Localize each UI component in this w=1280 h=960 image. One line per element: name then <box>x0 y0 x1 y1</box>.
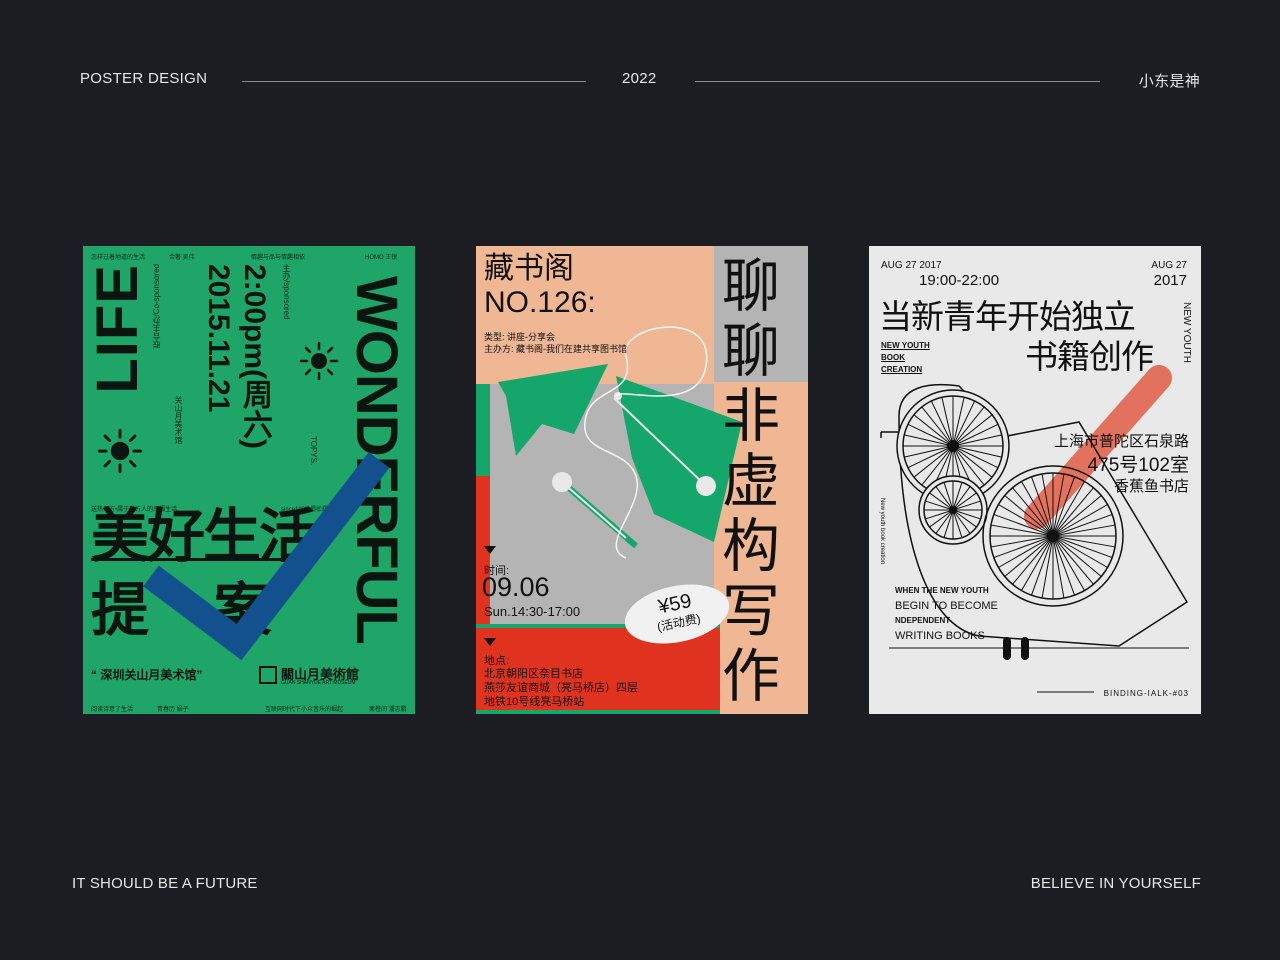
poster3-en-line: WRITING BOOKS <box>895 630 985 642</box>
poster2-date: 09.06 <box>482 572 550 602</box>
header-year: 2022 <box>622 70 657 87</box>
poster1-time: 2:00pm(周六) <box>238 264 271 450</box>
poster1-top-text-1: 怎样过着地道的生活 <box>91 255 146 261</box>
museum-logo-icon <box>259 666 277 684</box>
poster-new-youth: AUG 27 2017 19:00-22:00 AUG 27 2017 当新青年… <box>869 246 1201 714</box>
page-header: POSTER DESIGN 2022 小东是神 <box>80 70 1200 92</box>
poster3-address-3: 香蕉鱼书店 <box>1113 478 1189 495</box>
poster3-address-1: 上海市普陀区石泉路 <box>1053 433 1189 450</box>
poster2-hours: Sun.14:30-17:00 <box>484 604 581 619</box>
poster2-vertical-char: 聊 <box>722 319 781 384</box>
poster1-bottom-text-3: 互联网时代下小众音乐的崛起 <box>265 707 344 713</box>
triangle-down-icon <box>484 638 496 646</box>
footer-right-slogan: BELIEVE IN YOURSELF <box>1030 875 1201 892</box>
poster2-vertical-char: 写 <box>722 579 781 644</box>
poster2-vertical-char: 非 <box>722 384 781 449</box>
wheel-icon <box>918 475 988 545</box>
poster2-place-3: 地铁10号线亮马桥站 <box>484 696 585 708</box>
poster1-venue-quote: “ 深圳关山月美术馆” <box>91 668 203 682</box>
poster-cangshuge: 藏书阁 NO.126: 类型: 讲座-分享会 主办方: 藏书阁-我们在建共享图书… <box>476 246 808 714</box>
poster2-number: NO.126: <box>484 286 596 319</box>
poster3-en-line: BEGIN TO BECOME <box>895 600 998 612</box>
poster2-vertical-char: 虚 <box>722 449 781 514</box>
poster3-address-2: 475号102室 <box>1087 455 1189 476</box>
poster2-vertical-title: 聊 聊 非 虚 构 写 作 <box>722 254 802 709</box>
poster1-top-text-2: 合著 吴伟 <box>169 255 195 261</box>
checkmark-icon <box>143 452 390 661</box>
poster-wonderful-life: 怎样过着地道的生活 合著 吴伟 情趣与品与情趣相依 HOMO 王锐 LIFE 联… <box>83 246 415 714</box>
header-divider-right <box>695 81 1100 82</box>
poster1-top-text-4: HOMO 王锐 <box>365 255 398 261</box>
poster1-venue-short: 关山月美术馆 <box>174 396 183 444</box>
poster1-cohost: 联合主办/Co-sponsored <box>152 264 161 349</box>
poster1-bottom-text-1: 阅读诗意了生活 <box>91 707 134 713</box>
poster2-host: 主办方: 藏书阁-我们在建共享图书馆 <box>484 344 627 354</box>
poster3-footer-code: BINDING-IALK-#03 <box>1103 689 1189 698</box>
poster2-vertical-char: 作 <box>722 644 781 709</box>
poster1-bottom-text-4: 栗橙间 潘志鹏 <box>369 707 407 713</box>
header-divider-left <box>242 81 586 82</box>
poster1-bottom-text-2: 青春历 娟子 <box>157 707 189 713</box>
header-title-left: POSTER DESIGN <box>80 70 208 87</box>
poster2-title: 藏书阁 <box>484 252 574 285</box>
wheel-icon <box>982 465 1124 607</box>
poster3-en-line: NDEPENDENT <box>895 616 951 625</box>
header-author: 小东是神 <box>1138 73 1200 90</box>
poster1-life: LIFE <box>85 264 150 394</box>
poster1-date: 2015.11.21 <box>202 264 235 413</box>
footer-left-slogan: IT SHOULD BE A FUTURE <box>72 875 258 892</box>
poster2-vertical-char: 构 <box>722 514 781 579</box>
poster3-en-line: WHEN THE NEW YOUTH <box>895 586 989 595</box>
sun-icon <box>299 341 339 381</box>
poster2-vertical-char: 聊 <box>722 254 781 319</box>
triangle-down-icon <box>484 546 496 554</box>
poster1-top-text-3: 情趣与品与情趣相依 <box>251 255 306 261</box>
sun-icon <box>97 428 143 474</box>
poster3-side-text: New youth book creation <box>879 498 885 565</box>
poster1-museum-en: GUAN SHANYUE ART MUSEUM <box>281 680 356 686</box>
poster1-host: 主办/sponsored <box>282 264 291 320</box>
